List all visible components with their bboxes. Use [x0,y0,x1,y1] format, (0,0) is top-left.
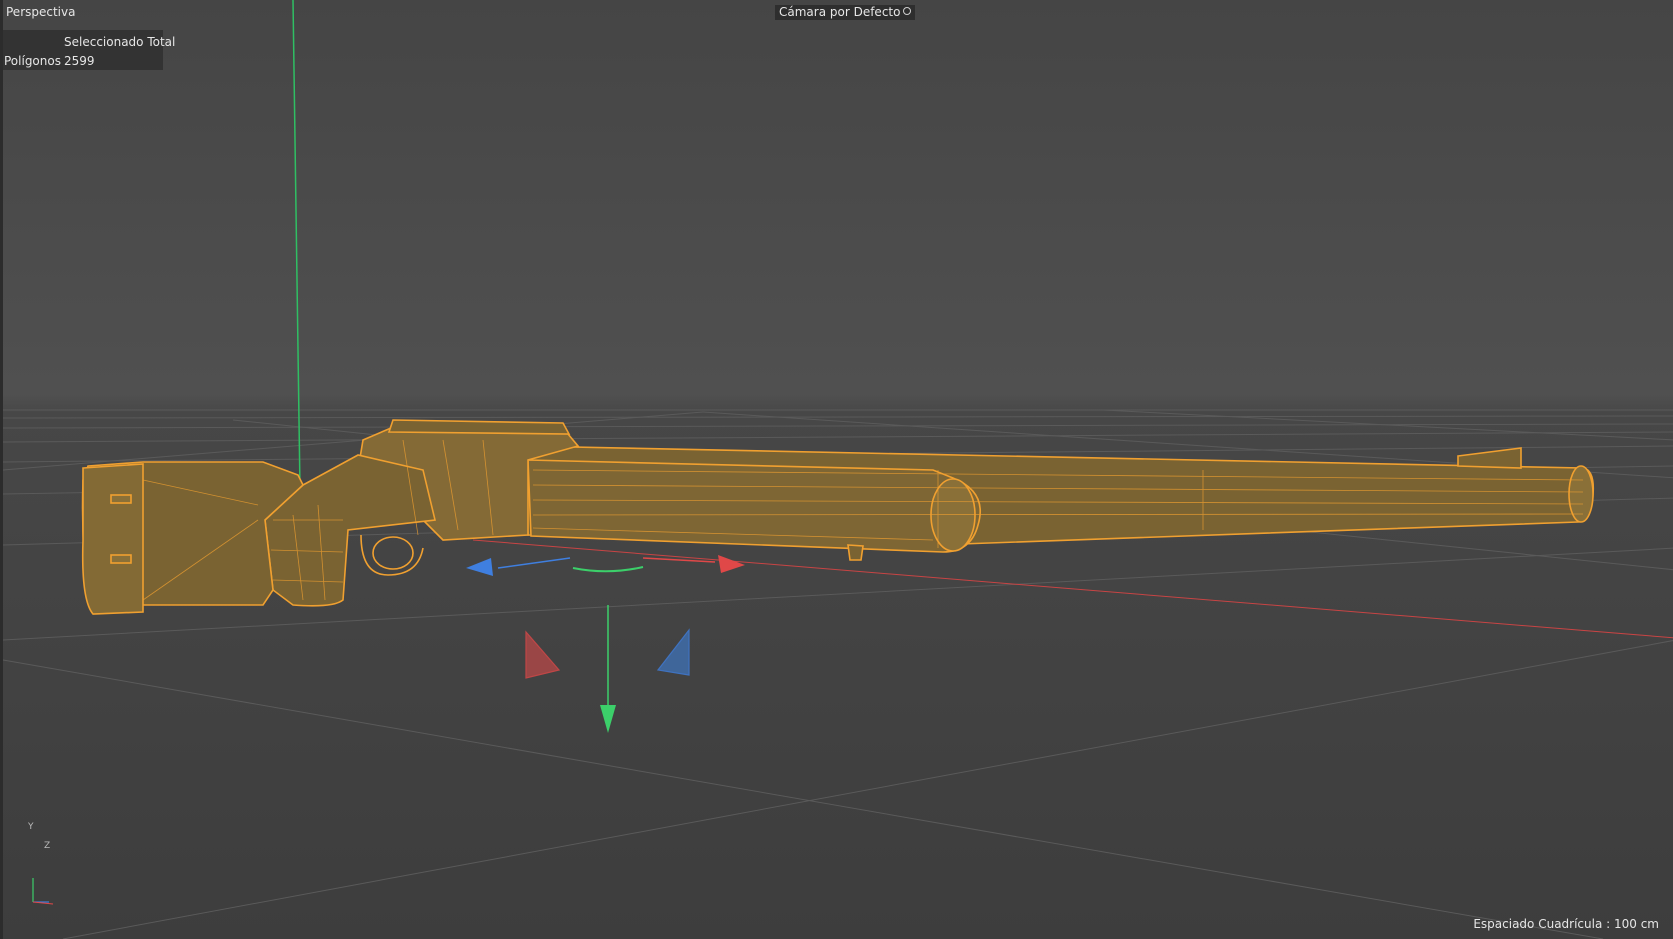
world-x-axis [472,539,1673,639]
z-axis-handle [466,558,493,576]
axis-y-label: Y [28,822,34,832]
axis-z-label: Z [44,841,51,851]
zy-plane-handle [656,628,690,676]
xy-plane-handle [525,630,561,679]
camera-label: Cámara por Defecto [779,5,901,19]
scene-canvas[interactable] [3,0,1673,939]
x-axis-handle [718,555,745,573]
grid-spacing-readout: Espaciado Cuadrícula : 100 cm [1473,917,1659,931]
polygons-value: 2599 [64,54,95,68]
polygons-label: Polígonos [4,54,61,68]
view-name-menu[interactable]: Perspectiva [4,5,77,20]
stats-header: Seleccionado Total [64,35,176,49]
world-y-axis [292,0,301,491]
3d-viewport[interactable]: Perspectiva Cámara por Defecto Seleccion… [0,0,1673,939]
camera-menu[interactable]: Cámara por Defecto [775,5,916,20]
axis-indicator [32,878,54,905]
camera-settings-icon[interactable] [903,7,912,15]
selection-stats-panel: Seleccionado Total Polígonos 2599 [3,30,175,70]
move-gizmo[interactable] [466,555,745,733]
y-axis-handle [600,705,616,733]
